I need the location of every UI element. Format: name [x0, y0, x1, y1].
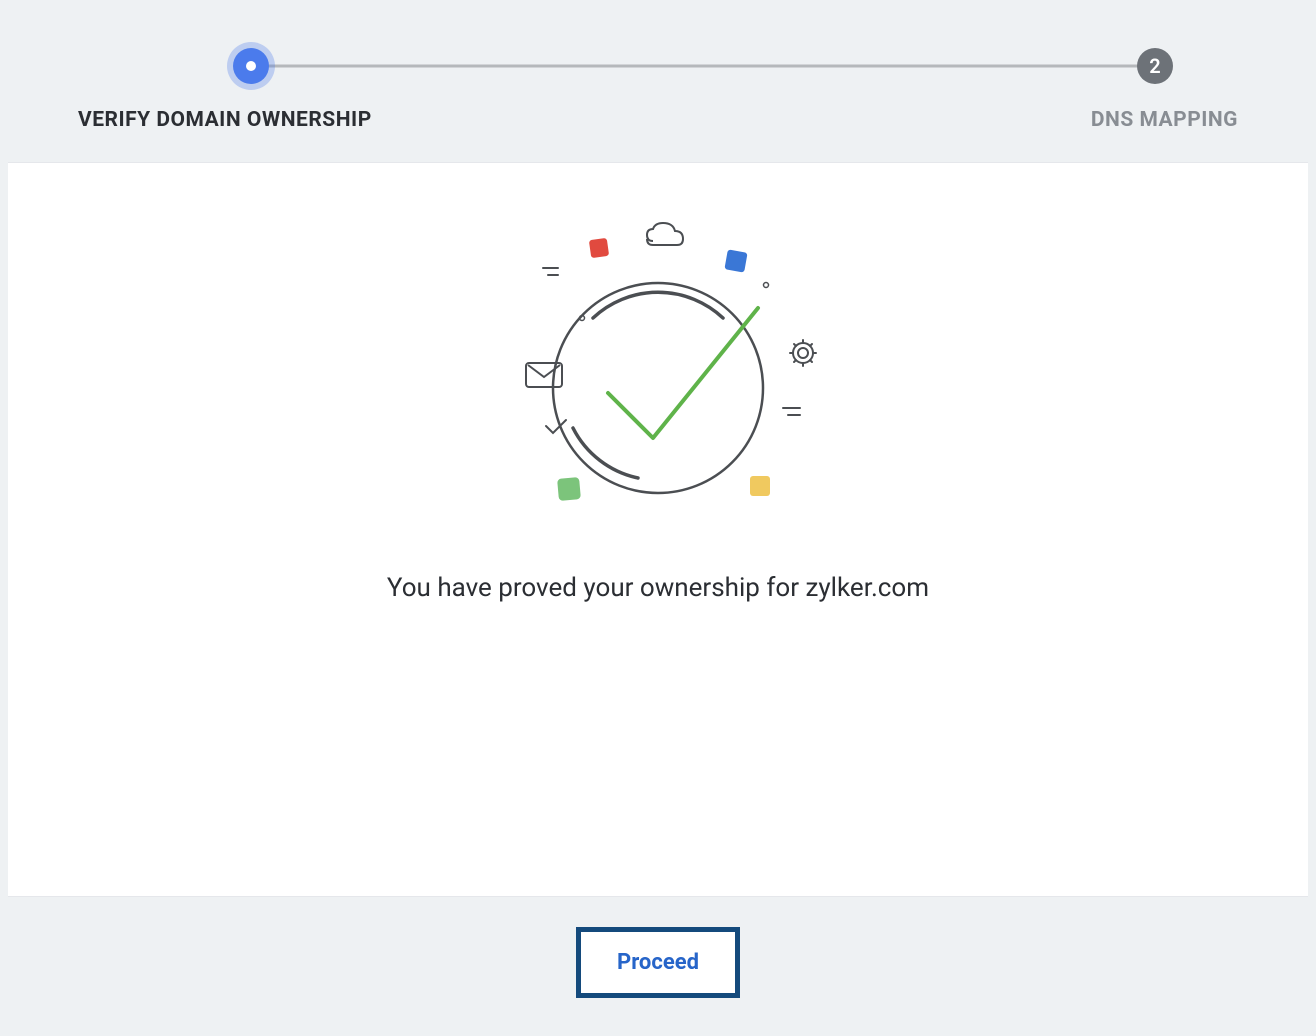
- footer-bar: Proceed: [8, 897, 1308, 1028]
- stepper-labels: VERIFY DOMAIN OWNERSHIP DNS MAPPING: [78, 108, 1238, 132]
- page-container: 2 VERIFY DOMAIN OWNERSHIP DNS MAPPING: [8, 8, 1308, 1028]
- success-illustration: [458, 213, 858, 533]
- success-message: You have proved your ownership for zylke…: [387, 573, 929, 603]
- stepper-line: [248, 65, 1158, 68]
- step-label-2: DNS MAPPING: [1091, 108, 1238, 132]
- content-panel: You have proved your ownership for zylke…: [8, 162, 1308, 897]
- step-indicator-1: [233, 48, 269, 84]
- stepper: 2: [78, 48, 1238, 84]
- step-indicator-2-wrapper: 2: [1137, 48, 1173, 84]
- proceed-button[interactable]: Proceed: [576, 927, 740, 998]
- step-label-1: VERIFY DOMAIN OWNERSHIP: [78, 108, 372, 132]
- step-indicator-1-wrapper: [233, 48, 269, 84]
- step-indicator-2: 2: [1137, 48, 1173, 84]
- stepper-header: 2 VERIFY DOMAIN OWNERSHIP DNS MAPPING: [8, 8, 1308, 162]
